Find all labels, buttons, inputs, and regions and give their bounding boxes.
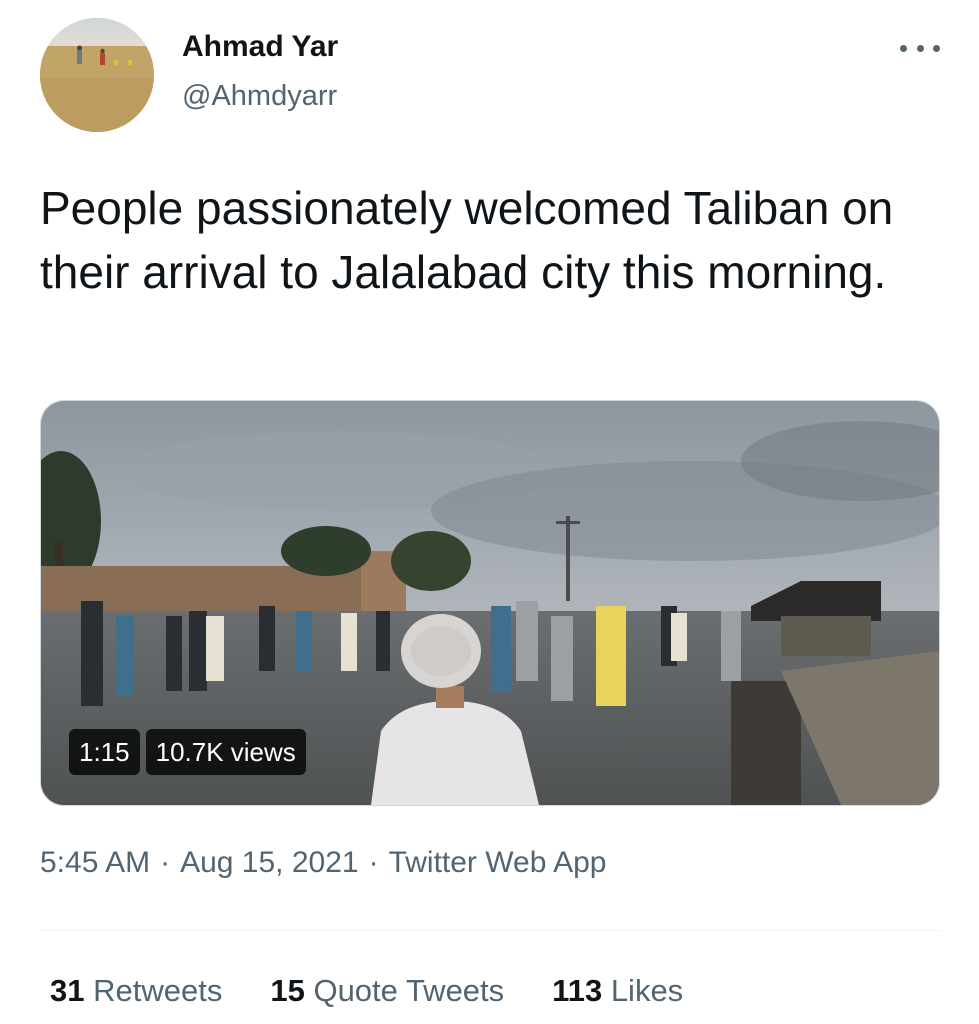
- retweets-count: 31: [50, 973, 85, 1008]
- meta-separator: ·: [160, 846, 171, 879]
- likes-label: Likes: [610, 973, 684, 1008]
- divider: [40, 930, 940, 931]
- video-badges: 1:15 10.7K views: [69, 729, 306, 775]
- tweet-stats: 31 Retweets 15 Quote Tweets 113 Likes: [50, 973, 683, 1009]
- avatar[interactable]: [40, 18, 154, 132]
- more-dot: [900, 44, 907, 52]
- quotes-label: Quote Tweets: [313, 973, 505, 1008]
- more-dot: [916, 44, 924, 52]
- tweet-date[interactable]: Aug 15, 2021: [180, 846, 359, 880]
- video-views: 10.7K views: [145, 729, 306, 775]
- more-icon[interactable]: [900, 36, 940, 60]
- likes-count: 113: [552, 973, 603, 1008]
- author-name[interactable]: Ahmad Yar: [182, 30, 338, 64]
- likes-stat[interactable]: 113 Likes: [552, 973, 683, 1009]
- video-duration: 1:15: [69, 729, 140, 775]
- tweet-text: People passionately welcomed Taliban on …: [40, 182, 894, 298]
- author-handle[interactable]: @Ahmdyarr: [182, 80, 337, 113]
- tweet-source[interactable]: Twitter Web App: [389, 846, 607, 880]
- tweet-meta: 5:45 AM · Aug 15, 2021 · Twitter Web App: [40, 846, 606, 880]
- quotes-count: 15: [270, 973, 305, 1008]
- retweets-stat[interactable]: 31 Retweets: [50, 973, 222, 1009]
- video-player[interactable]: 1:15 10.7K views: [40, 400, 940, 806]
- meta-separator: ·: [368, 846, 379, 879]
- tweet-time[interactable]: 5:45 AM: [40, 846, 150, 880]
- retweets-label: Retweets: [93, 973, 223, 1008]
- quote-tweets-stat[interactable]: 15 Quote Tweets: [270, 973, 504, 1009]
- more-dot: [933, 44, 940, 52]
